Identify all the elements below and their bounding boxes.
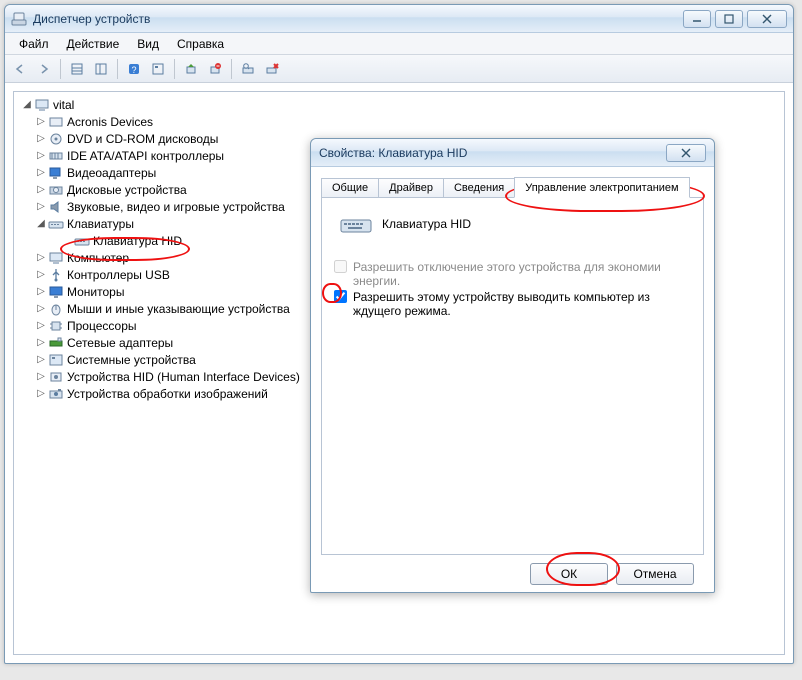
cancel-button[interactable]: Отмена (616, 563, 694, 585)
mouse-icon (48, 301, 64, 317)
expand-icon[interactable]: ▷ (34, 150, 48, 161)
expand-icon[interactable]: ▷ (34, 201, 48, 212)
minimize-button[interactable] (683, 10, 711, 28)
tree-item-label: Клавиатура HID (93, 234, 182, 248)
dvd-drive-icon (48, 131, 64, 147)
tree-item-label: Устройства HID (Human Interface Devices) (67, 370, 300, 384)
menu-help[interactable]: Справка (169, 35, 232, 53)
help-button[interactable]: ? (123, 58, 145, 80)
hid-device-icon (48, 369, 64, 385)
collapse-icon[interactable]: ◢ (34, 218, 48, 229)
uninstall-button[interactable] (204, 58, 226, 80)
expand-icon[interactable]: ▷ (34, 167, 48, 178)
tree-item-label: Контроллеры USB (67, 268, 170, 282)
menu-view[interactable]: Вид (129, 35, 167, 53)
tree-item-label: DVD и CD-ROM дисководы (67, 132, 218, 146)
expand-icon[interactable]: ▷ (34, 371, 48, 382)
maximize-button[interactable] (715, 10, 743, 28)
display-adapter-icon (48, 165, 64, 181)
imaging-device-icon (48, 386, 64, 402)
tree-item-label: Компьютер (67, 251, 129, 265)
tree-item-label: Дисковые устройства (67, 183, 187, 197)
tree-item-label: IDE ATA/ATAPI контроллеры (67, 149, 224, 163)
menu-file[interactable]: Файл (11, 35, 57, 53)
tree-item-label: Acronis Devices (67, 115, 153, 129)
expand-icon[interactable]: ▷ (34, 252, 48, 263)
system-device-icon (48, 352, 64, 368)
expand-icon[interactable]: ▷ (34, 286, 48, 297)
tab-driver[interactable]: Драйвер (378, 178, 444, 197)
dialog-title: Свойства: Клавиатура HID (319, 146, 666, 160)
tree-item[interactable]: ▷ Acronis Devices (16, 113, 782, 130)
disk-drive-icon (48, 182, 64, 198)
window-title: Диспетчер устройств (33, 12, 683, 26)
sound-device-icon (48, 199, 64, 215)
allow-power-off-label: Разрешить отключение этого устройства дл… (353, 260, 691, 288)
computer-icon (34, 97, 50, 113)
expand-icon[interactable]: ▷ (34, 184, 48, 195)
tab-panel-power: Клавиатура HID Разрешить отключение этог… (321, 197, 704, 555)
allow-power-off-checkbox (334, 260, 347, 273)
tab-details[interactable]: Сведения (443, 178, 515, 197)
allow-wake-checkbox[interactable] (334, 290, 347, 303)
tree-item-label: Видеоадаптеры (67, 166, 156, 180)
tree-item-label: Мыши и иные указывающие устройства (67, 302, 290, 316)
collapse-icon[interactable]: ◢ (20, 99, 34, 110)
usb-controller-icon (48, 267, 64, 283)
monitor-icon (48, 284, 64, 300)
dialog-titlebar[interactable]: Свойства: Клавиатура HID (311, 139, 714, 167)
forward-button[interactable] (33, 58, 55, 80)
scan-hardware-button[interactable] (237, 58, 259, 80)
dialog-close-button[interactable] (666, 144, 706, 162)
menubar: Файл Действие Вид Справка (5, 33, 793, 55)
tree-item-label: Сетевые адаптеры (67, 336, 173, 350)
tree-root-label: vital (53, 98, 74, 112)
expand-icon[interactable]: ▷ (34, 337, 48, 348)
tabs: Общие Драйвер Сведения Управление электр… (321, 175, 704, 197)
expand-icon[interactable]: ▷ (34, 133, 48, 144)
processor-icon (48, 318, 64, 334)
expand-icon[interactable]: ▷ (34, 388, 48, 399)
properties-button[interactable] (147, 58, 169, 80)
view-list-button[interactable] (66, 58, 88, 80)
device-category-icon (48, 114, 64, 130)
back-button[interactable] (9, 58, 31, 80)
keyboard-icon (74, 233, 90, 249)
allow-wake-label: Разрешить этому устройству выводить комп… (353, 290, 691, 318)
tab-power-management[interactable]: Управление электропитанием (514, 177, 689, 198)
svg-text:?: ? (131, 65, 136, 75)
expand-icon[interactable]: ▷ (34, 303, 48, 314)
ok-button[interactable]: ОК (530, 563, 608, 585)
keyboard-icon (48, 216, 64, 232)
toolbar: ? (5, 55, 793, 83)
close-button[interactable] (747, 10, 787, 28)
update-driver-button[interactable] (180, 58, 202, 80)
ide-controller-icon (48, 148, 64, 164)
expand-icon[interactable]: ▷ (34, 116, 48, 127)
tab-general[interactable]: Общие (321, 178, 379, 197)
keyboard-icon (340, 212, 372, 236)
tree-item-label: Клавиатуры (67, 217, 134, 231)
tree-item-label: Звуковые, видео и игровые устройства (67, 200, 285, 214)
app-icon (11, 11, 27, 27)
tree-item-label: Системные устройства (67, 353, 196, 367)
tree-root[interactable]: ◢ vital (16, 96, 782, 113)
properties-dialog: Свойства: Клавиатура HID Общие Драйвер С… (310, 138, 715, 593)
titlebar[interactable]: Диспетчер устройств (5, 5, 793, 33)
network-adapter-icon (48, 335, 64, 351)
view-details-button[interactable] (90, 58, 112, 80)
expand-icon[interactable]: ▷ (34, 320, 48, 331)
device-name-label: Клавиатура HID (382, 217, 471, 231)
tree-item-label: Процессоры (67, 319, 137, 333)
expand-icon[interactable]: ▷ (34, 354, 48, 365)
disable-device-button[interactable] (261, 58, 283, 80)
menu-action[interactable]: Действие (59, 35, 128, 53)
expand-icon[interactable]: ▷ (34, 269, 48, 280)
tree-item-label: Устройства обработки изображений (67, 387, 268, 401)
computer-icon (48, 250, 64, 266)
window-controls (683, 10, 787, 28)
tree-item-label: Мониторы (67, 285, 124, 299)
